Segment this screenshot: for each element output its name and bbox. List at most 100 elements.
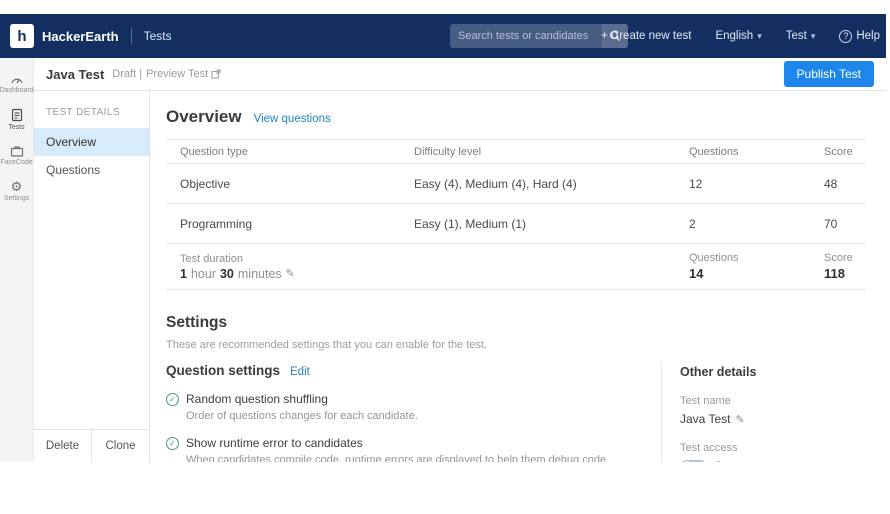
test-duration-value: 1 hour 30 minutes ✎ — [180, 267, 386, 281]
top-navbar: h HackerEarth Tests + Create new test En… — [0, 14, 886, 58]
setting-option: ✓ Random question shuffling Order of que… — [166, 392, 641, 422]
cell-score: 70 — [824, 216, 838, 231]
duration-hours-unit: hour — [190, 266, 216, 281]
test-access-label: Test access — [680, 442, 738, 454]
settings-columns: Question settings Edit ✓ Random question… — [166, 363, 866, 462]
test-duration-label: Test duration — [180, 252, 243, 265]
sidebar-item-label: Settings — [3, 195, 30, 202]
settings-subtitle: These are recommended settings that you … — [166, 339, 488, 351]
setting-option-desc: Order of questions changes for each cand… — [186, 410, 418, 422]
col-header-question-type: Question type — [180, 145, 248, 158]
navbar-right: + Create new test English ▾ Test ▾ ? Hel… — [601, 14, 880, 58]
overview-title: Overview — [166, 107, 242, 126]
edit-duration-icon[interactable]: ✎ — [286, 267, 295, 280]
duration-minutes-unit: minutes — [237, 266, 282, 281]
panel-item-questions[interactable]: Questions — [34, 156, 149, 184]
app-window: h HackerEarth Tests + Create new test En… — [0, 14, 886, 462]
total-questions-label: Questions — [689, 252, 739, 264]
language-menu[interactable]: English ▾ — [715, 30, 761, 42]
nav-tests-link[interactable]: Tests — [144, 29, 172, 43]
test-name-value: Java Test — [680, 412, 731, 426]
question-settings-title: Question settings — [166, 363, 281, 378]
test-duration-cell: Test duration 1 hour 30 minutes ✎ — [166, 253, 400, 281]
total-score-cell: Score 118 — [810, 252, 867, 281]
clone-button[interactable]: Clone — [92, 430, 149, 462]
publish-test-button[interactable]: Publish Test — [783, 61, 874, 87]
cell-difficulty: Easy (4), Medium (4), Hard (4) — [414, 176, 577, 191]
total-score-label: Score — [824, 252, 853, 264]
edit-question-settings-link[interactable]: Edit — [290, 366, 310, 378]
table-row: Programming Easy (1), Medium (1) 2 70 — [166, 204, 866, 244]
cell-question-type: Programming — [180, 216, 253, 231]
test-subheader: Java Test Draft | Preview Test Publish T… — [34, 58, 886, 91]
create-new-test-link[interactable]: + Create new test — [601, 30, 691, 42]
col-header-difficulty: Difficulty level — [414, 145, 482, 158]
facecode-icon — [10, 145, 24, 157]
setting-option-title: Show runtime error to candidates — [186, 436, 363, 450]
external-link-icon — [211, 69, 221, 79]
cell-difficulty: Easy (1), Medium (1) — [414, 216, 527, 231]
total-questions-value: 14 — [689, 266, 704, 281]
sidebar-item-facecode[interactable]: FaceCode — [0, 138, 33, 173]
logo-letter: h — [17, 27, 27, 45]
nav-divider — [130, 28, 132, 44]
main-content: Overview View questions Question type Di… — [150, 91, 886, 462]
hackerearth-logo[interactable]: h — [10, 24, 34, 48]
test-name-value-row: Java Test ✎ — [680, 412, 866, 426]
icon-sidebar: Dashboard Tests FaceCode ⚙ Settings — [0, 58, 34, 462]
edit-test-name-icon[interactable]: ✎ — [735, 413, 744, 426]
preview-test-label: Preview Test — [146, 68, 209, 80]
overview-header: Overview View questions — [166, 107, 866, 127]
panel-item-overview[interactable]: Overview — [34, 128, 149, 156]
duration-minutes: 30 — [219, 266, 234, 281]
overview-table: Question type Difficulty level Questions… — [166, 139, 866, 290]
cell-score: 48 — [824, 176, 838, 191]
gear-icon: ⚙ — [10, 179, 23, 194]
cell-question-type: Objective — [180, 176, 231, 191]
total-score-value: 118 — [824, 266, 845, 281]
panel-heading: TEST DETAILS — [46, 107, 120, 118]
check-circle-icon: ✓ — [166, 392, 179, 406]
table-header-row: Question type Difficulty level Questions… — [166, 140, 866, 164]
setting-option-header: ✓ Show runtime error to candidates — [166, 436, 641, 450]
settings-title: Settings — [166, 314, 228, 331]
help-link[interactable]: ? Help — [839, 29, 880, 43]
help-icon: ? — [839, 29, 853, 43]
sidebar-item-settings[interactable]: ⚙ Settings — [0, 173, 33, 209]
chevron-down-icon: ▾ — [757, 30, 762, 41]
setting-option-title: Random question shuffling — [186, 392, 328, 406]
dashboard-icon — [10, 73, 24, 85]
question-settings-header: Question settings Edit — [166, 363, 641, 378]
setting-option: ✓ Show runtime error to candidates When … — [166, 436, 641, 462]
cell-questions: 12 — [689, 176, 703, 191]
test-name-label: Test name — [680, 395, 731, 407]
question-settings-column: Question settings Edit ✓ Random question… — [166, 363, 661, 462]
sidebar-item-tests[interactable]: Tests — [0, 101, 33, 138]
help-label: Help — [856, 30, 880, 42]
duration-hours: 1 — [180, 266, 187, 281]
col-header-score: Score — [824, 145, 853, 158]
sidebar-item-dashboard[interactable]: Dashboard — [0, 66, 34, 101]
preview-test-link[interactable]: Preview Test — [146, 68, 221, 80]
test-access-toggle[interactable] — [680, 460, 707, 462]
brand-name[interactable]: HackerEarth — [42, 29, 119, 44]
table-row: Objective Easy (4), Medium (4), Hard (4)… — [166, 164, 866, 204]
cell-questions: 2 — [689, 216, 696, 231]
test-details-panel: TEST DETAILS Overview Questions Delete C… — [34, 91, 150, 462]
sidebar-item-label: FaceCode — [0, 159, 33, 166]
sidebar-item-label: Tests — [8, 124, 25, 131]
setting-option-desc: When candidates compile code, runtime er… — [186, 454, 610, 462]
check-circle-icon: ✓ — [166, 436, 179, 450]
tests-icon — [11, 108, 23, 122]
toggle-knob — [681, 461, 693, 462]
view-questions-link[interactable]: View questions — [254, 113, 331, 125]
navbar-left: h HackerEarth Tests — [10, 24, 172, 48]
delete-button[interactable]: Delete — [34, 430, 92, 462]
search-input[interactable] — [450, 24, 602, 48]
setting-option-header: ✓ Random question shuffling — [166, 392, 641, 406]
sidebar-item-label: Dashboard — [0, 87, 34, 94]
col-header-questions: Questions — [689, 145, 739, 158]
chevron-down-icon: ▾ — [810, 30, 816, 41]
toggle-state-label: On — [714, 461, 729, 462]
test-menu[interactable]: Test ▾ — [786, 30, 816, 42]
